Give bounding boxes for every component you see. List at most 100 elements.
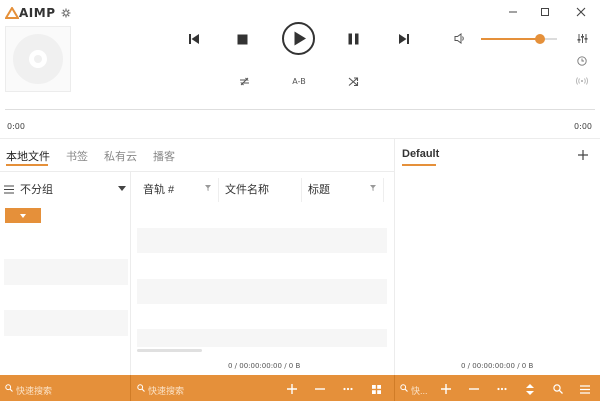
pause-button[interactable] bbox=[344, 30, 362, 48]
tab-private-cloud[interactable]: 私有云 bbox=[104, 148, 137, 164]
search-icon bbox=[5, 384, 13, 392]
playlist-tab-default[interactable]: Default bbox=[402, 148, 439, 160]
stop-button[interactable] bbox=[233, 30, 251, 48]
column-separator[interactable] bbox=[301, 178, 302, 202]
seek-bar[interactable] bbox=[5, 109, 595, 110]
repeat-icon bbox=[239, 77, 249, 85]
pause-icon bbox=[348, 33, 358, 45]
plus-icon bbox=[578, 150, 588, 160]
column-filter-track[interactable] bbox=[205, 185, 211, 191]
album-cover bbox=[5, 26, 71, 92]
playlist-remove-button[interactable] bbox=[466, 381, 482, 397]
library-more-button[interactable] bbox=[340, 381, 356, 397]
horizontal-scrollbar[interactable] bbox=[137, 349, 202, 352]
toolbar-separator bbox=[130, 375, 131, 401]
current-time: 0:00 bbox=[7, 122, 25, 131]
disc-icon bbox=[13, 34, 63, 84]
group-expand-button[interactable] bbox=[5, 208, 41, 223]
search-icon bbox=[400, 384, 408, 392]
plus-icon bbox=[287, 384, 297, 394]
ab-repeat-button[interactable]: A-B bbox=[287, 73, 311, 89]
volume-slider-fill bbox=[481, 38, 540, 40]
speaker-icon bbox=[454, 32, 464, 44]
maximize-button[interactable] bbox=[536, 3, 554, 21]
list-row-stripe bbox=[137, 279, 387, 304]
skip-forward-icon bbox=[399, 34, 409, 44]
sort-icon bbox=[526, 383, 534, 395]
list-row-stripe bbox=[137, 228, 387, 253]
panel-vertical-divider bbox=[394, 138, 395, 375]
app-logo-text: AIMP bbox=[19, 6, 56, 20]
minus-icon bbox=[315, 388, 325, 390]
column-filter-title[interactable] bbox=[370, 185, 376, 191]
add-playlist-button[interactable] bbox=[576, 148, 590, 162]
column-header-title-label: 标题 bbox=[308, 184, 330, 196]
grid-icon bbox=[371, 384, 381, 394]
tree-row-stripe bbox=[4, 310, 128, 336]
toolbar-separator bbox=[394, 375, 395, 401]
column-separator[interactable] bbox=[218, 178, 219, 202]
play-icon bbox=[282, 22, 315, 55]
tab-podcasts[interactable]: 播客 bbox=[153, 148, 175, 164]
playlist-find-button[interactable] bbox=[550, 381, 566, 397]
volume-slider-handle[interactable] bbox=[535, 34, 545, 44]
filter-icon bbox=[370, 185, 376, 191]
grouping-dropdown-arrow[interactable] bbox=[118, 186, 126, 191]
tree-row-stripe bbox=[4, 259, 128, 285]
chevron-down-icon bbox=[118, 186, 126, 191]
column-header-title[interactable]: 标题 bbox=[308, 180, 374, 198]
filter-icon bbox=[205, 185, 211, 191]
menu-icon bbox=[580, 384, 590, 394]
total-time: 0:00 bbox=[574, 122, 592, 131]
tree-search-input[interactable]: 快速搜索 bbox=[16, 384, 52, 397]
library-view-button[interactable] bbox=[368, 381, 384, 397]
library-remove-button[interactable] bbox=[312, 381, 328, 397]
playlist-menu-button[interactable] bbox=[577, 381, 593, 397]
playlist-add-button[interactable] bbox=[438, 381, 454, 397]
minimize-icon bbox=[509, 11, 517, 13]
playlist-status: 0 / 00:00:00:00 / 0 B bbox=[461, 362, 534, 370]
equalizer-button[interactable] bbox=[574, 30, 590, 46]
column-header-track[interactable]: 音轨 # bbox=[143, 180, 213, 198]
grouping-selector[interactable]: 不分组 bbox=[4, 180, 128, 198]
library-add-button[interactable] bbox=[284, 381, 300, 397]
close-button[interactable] bbox=[572, 3, 590, 21]
bottom-toolbar bbox=[0, 375, 600, 401]
column-separator[interactable] bbox=[383, 178, 384, 202]
panel-top-divider bbox=[0, 138, 600, 139]
repeat-button[interactable] bbox=[236, 73, 252, 89]
mute-button[interactable] bbox=[452, 30, 468, 46]
grouping-label: 不分组 bbox=[20, 184, 53, 196]
broadcast-button[interactable] bbox=[574, 73, 590, 89]
broadcast-icon bbox=[576, 77, 588, 85]
shuffle-button[interactable] bbox=[345, 73, 361, 89]
sleep-timer-button[interactable] bbox=[574, 53, 590, 69]
column-header-track-label: 音轨 # bbox=[143, 184, 175, 196]
more-icon bbox=[343, 387, 353, 391]
maximize-icon bbox=[541, 8, 549, 16]
tab-local-files[interactable]: 本地文件 bbox=[6, 148, 50, 164]
tab-bookmarks[interactable]: 书签 bbox=[66, 148, 88, 164]
previous-track-button[interactable] bbox=[185, 30, 203, 48]
playlist-more-button[interactable] bbox=[494, 381, 510, 397]
equalizer-icon bbox=[577, 33, 587, 43]
next-track-button[interactable] bbox=[395, 30, 413, 48]
column-header-filename[interactable]: 文件名称 bbox=[225, 180, 300, 198]
playlist-search-input[interactable]: 快... bbox=[411, 384, 428, 397]
library-search-input[interactable]: 快速搜索 bbox=[148, 384, 184, 397]
clock-icon bbox=[577, 56, 587, 66]
tabs-divider bbox=[0, 171, 394, 172]
close-icon bbox=[576, 7, 586, 17]
aimp-logo-icon bbox=[5, 7, 19, 19]
play-button[interactable] bbox=[281, 21, 316, 56]
stop-icon bbox=[237, 34, 247, 44]
more-icon bbox=[497, 387, 507, 391]
list-row-stripe bbox=[137, 329, 387, 347]
minimize-button[interactable] bbox=[504, 3, 522, 21]
search-icon bbox=[137, 384, 145, 392]
playlist-sort-button[interactable] bbox=[522, 381, 538, 397]
app-menu-gear-button[interactable] bbox=[57, 4, 75, 22]
minus-icon bbox=[469, 388, 479, 390]
column-header-filename-label: 文件名称 bbox=[225, 184, 269, 196]
playlist-tab-underline bbox=[402, 164, 436, 166]
